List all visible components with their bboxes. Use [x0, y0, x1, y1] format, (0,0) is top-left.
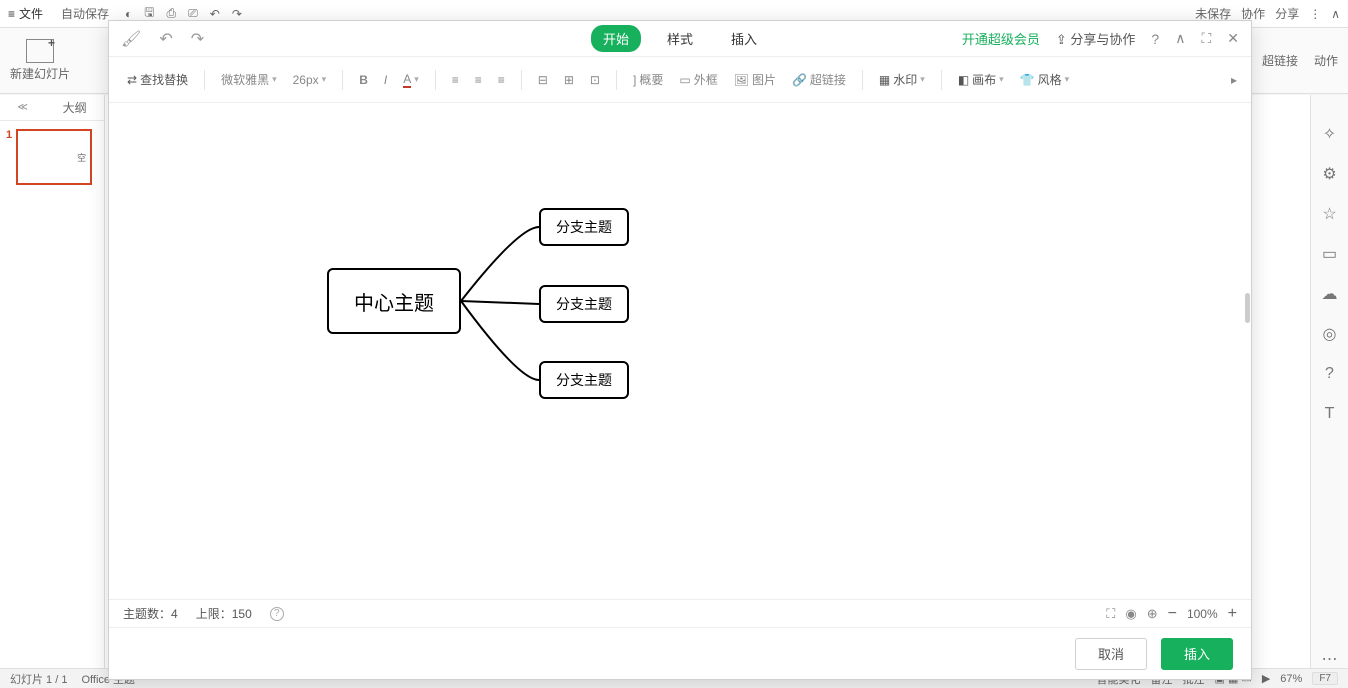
share-collab[interactable]: ⇪ 分享与协作: [1056, 29, 1136, 48]
new-slide-label: 新建幻灯片: [10, 65, 70, 82]
dialog-footer: 取消 插入: [109, 627, 1251, 679]
dock-magic-icon[interactable]: ✧: [1321, 125, 1339, 143]
maximize-icon[interactable]: ⛶: [1201, 30, 1211, 47]
preview-icon[interactable]: ◉: [1125, 606, 1136, 622]
undo-icon[interactable]: ↶: [159, 29, 172, 49]
align-left-icon[interactable]: ≡: [448, 71, 463, 89]
dialog-toolbar: ⇄ 查找替换 微软雅黑 26px B I A ≡ ≡ ≡ ⊟ ⊞ ⊡ ] 概要 …: [109, 57, 1251, 103]
thumb-preview: 空: [77, 151, 86, 164]
slide-thumb-1[interactable]: 1 空: [6, 129, 98, 185]
align-center-icon[interactable]: ≡: [471, 71, 486, 89]
watermark-button[interactable]: ▦ 水印: [875, 69, 929, 90]
qat-redo-icon[interactable]: ↷: [232, 7, 242, 21]
titlebar-more-icon[interactable]: ⋮: [1309, 7, 1321, 21]
hamburger-icon[interactable]: ≡: [8, 7, 15, 21]
cancel-button[interactable]: 取消: [1075, 638, 1147, 670]
outline-button[interactable]: ▭ 外框: [675, 69, 721, 90]
right-dock: ✧ ⚙ ☆ ▭ ☁ ◎ ? T ⋯: [1310, 95, 1348, 668]
mindmap-canvas[interactable]: 中心主题 分支主题 分支主题 分支主题: [109, 103, 1251, 599]
dock-help-icon[interactable]: ?: [1321, 365, 1339, 383]
dock-cloud-icon[interactable]: ☁: [1321, 285, 1339, 303]
branch-node-3[interactable]: 分支主题: [539, 361, 629, 399]
swap-icon: ⇄: [127, 73, 137, 87]
ribbon-action[interactable]: 动作: [1314, 52, 1338, 69]
image-button[interactable]: 🖼 图片: [730, 69, 780, 90]
dock-settings-icon[interactable]: ⚙: [1321, 165, 1339, 183]
locate-icon[interactable]: ⊕: [1147, 606, 1158, 622]
theme-button[interactable]: 👕 风格: [1016, 69, 1074, 90]
fkey-tag: F7: [1312, 672, 1338, 685]
node-sibling-icon[interactable]: ⊡: [586, 71, 604, 89]
play-icon[interactable]: ▶: [1262, 672, 1270, 685]
ribbon-hyperlink[interactable]: 超链接: [1262, 52, 1298, 69]
autosave-label: 自动保存: [61, 5, 109, 22]
slide-counter: 幻灯片 1 / 1: [10, 671, 67, 687]
collapse-icon[interactable]: ≪: [17, 102, 27, 113]
branch-node-1[interactable]: 分支主题: [539, 208, 629, 246]
topic-limit: 上限：150: [196, 605, 252, 622]
share-icon: ⇪: [1056, 32, 1067, 47]
dock-star-icon[interactable]: ☆: [1321, 205, 1339, 223]
autosave-toggle-icon[interactable]: ◐: [125, 7, 132, 21]
dock-text-icon[interactable]: T: [1321, 405, 1339, 423]
help-icon[interactable]: ?: [1151, 31, 1159, 47]
fontcolor-button[interactable]: A: [399, 70, 423, 90]
format-painter-icon[interactable]: 🖌: [121, 29, 141, 49]
connector-lines: [109, 103, 1251, 599]
mindmap-dialog: 🖌 ↶ ↷ 开始 样式 插入 开通超级会员 ⇪ 分享与协作 ? ∧ ⛶ ✕ ⇄ …: [108, 20, 1252, 680]
minimize-icon[interactable]: ∧: [1175, 30, 1185, 47]
summary-button[interactable]: ] 概要: [629, 69, 667, 90]
topic-count: 主题数：4: [123, 605, 178, 622]
align-right-icon[interactable]: ≡: [494, 71, 509, 89]
qat-undo-icon[interactable]: ↶: [210, 7, 220, 21]
branch-node-2[interactable]: 分支主题: [539, 285, 629, 323]
dialog-header: 🖌 ↶ ↷ 开始 样式 插入 开通超级会员 ⇪ 分享与协作 ? ∧ ⛶ ✕: [109, 21, 1251, 57]
outline-tab[interactable]: 大纲: [63, 99, 87, 116]
insert-button[interactable]: 插入: [1161, 638, 1233, 670]
qat-print-icon[interactable]: ⎚: [188, 6, 198, 21]
new-slide-button[interactable]: 新建幻灯片: [10, 39, 70, 82]
link-button[interactable]: 🔗 超链接: [788, 69, 850, 90]
dock-more-icon[interactable]: ⋯: [1321, 650, 1339, 668]
node-insert-icon[interactable]: ⊟: [534, 71, 552, 89]
close-icon[interactable]: ✕: [1227, 30, 1239, 47]
file-menu[interactable]: 文件: [19, 5, 43, 22]
new-slide-icon: [26, 39, 54, 63]
titlebar-share[interactable]: 分享: [1275, 5, 1299, 22]
thumb-number: 1: [6, 129, 12, 185]
zoom-value: 100%: [1187, 607, 1218, 621]
zoom-in-button[interactable]: +: [1228, 605, 1237, 623]
find-replace-button[interactable]: ⇄ 查找替换: [123, 69, 192, 90]
canvas-layout-button[interactable]: ◧ 画布: [954, 69, 1008, 90]
node-child-icon[interactable]: ⊞: [560, 71, 578, 89]
toolbar-overflow-icon[interactable]: ▸: [1231, 73, 1237, 87]
dock-screen-icon[interactable]: ▭: [1321, 245, 1339, 263]
info-icon[interactable]: ?: [270, 607, 284, 621]
zoom-out-button[interactable]: −: [1168, 605, 1177, 623]
zoom-value: 67%: [1280, 673, 1302, 685]
vip-link[interactable]: 开通超级会员: [962, 29, 1040, 48]
dock-idea-icon[interactable]: ◎: [1321, 325, 1339, 343]
redo-icon[interactable]: ↷: [191, 29, 204, 49]
font-select[interactable]: 微软雅黑: [217, 69, 281, 90]
tab-insert[interactable]: 插入: [719, 25, 769, 52]
italic-button[interactable]: I: [380, 71, 391, 89]
titlebar-chevron-icon[interactable]: ∧: [1331, 7, 1340, 21]
fit-screen-icon[interactable]: ⛶: [1106, 606, 1115, 622]
qat-open-icon[interactable]: ⎙: [167, 6, 177, 21]
slide-panel: ≪ 大纲 1 空: [0, 95, 105, 668]
bold-button[interactable]: B: [355, 71, 372, 89]
vscroll-thumb[interactable]: [1245, 293, 1250, 323]
tab-start[interactable]: 开始: [591, 25, 641, 52]
fontsize-select[interactable]: 26px: [289, 71, 331, 89]
dialog-statusbar: 主题数：4 上限：150 ? ⛶ ◉ ⊕ − 100% +: [109, 599, 1251, 627]
center-node[interactable]: 中心主题: [327, 268, 461, 334]
tab-style[interactable]: 样式: [655, 25, 705, 52]
